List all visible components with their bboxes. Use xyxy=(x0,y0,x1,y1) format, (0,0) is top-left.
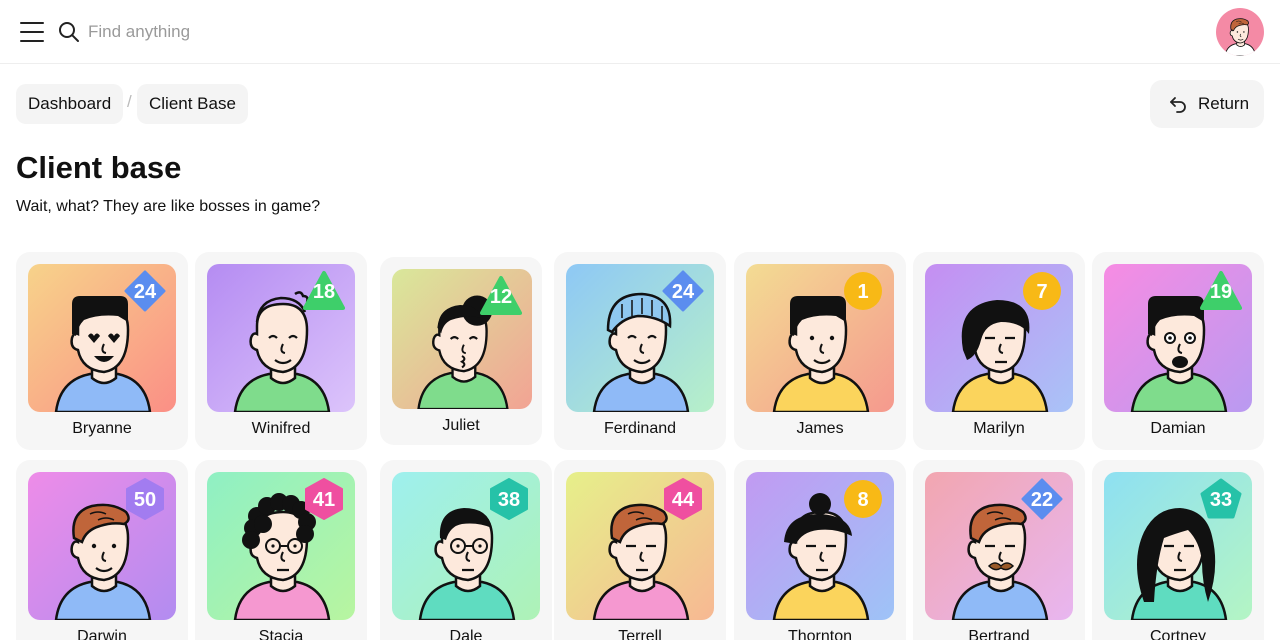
client-level: 24 xyxy=(133,281,157,303)
client-name: Juliet xyxy=(442,417,480,434)
client-card-bryanne[interactable]: 24 Bryanne xyxy=(16,252,188,450)
search-input[interactable] xyxy=(88,18,488,46)
client-card-terrell[interactable]: 44 Terrell xyxy=(554,460,726,640)
menu-icon[interactable] xyxy=(20,21,44,43)
client-level: 33 xyxy=(1209,489,1233,511)
hexagon-level-badge-icon: 38 xyxy=(488,478,530,520)
client-card-marilyn[interactable]: 7 Marilyn xyxy=(913,252,1085,450)
client-name: Damian xyxy=(1150,420,1206,437)
client-name: Bertrand xyxy=(968,628,1030,640)
client-card-stacia[interactable]: 41 Stacia xyxy=(195,460,367,640)
return-label: Return xyxy=(1198,94,1250,113)
breadcrumb-separator: / xyxy=(127,92,132,111)
client-name: Ferdinand xyxy=(603,420,677,437)
hexagon-level-badge-icon: 41 xyxy=(303,478,345,520)
client-level: 22 xyxy=(1030,489,1054,511)
client-level: 7 xyxy=(1036,281,1048,303)
client-name: Darwin xyxy=(77,628,127,640)
circle-level-badge-icon: 7 xyxy=(1021,270,1063,312)
triangle-level-badge-icon: 12 xyxy=(480,275,522,317)
client-level: 12 xyxy=(489,286,513,308)
breadcrumb-item-dashboard[interactable]: Dashboard xyxy=(16,84,124,124)
pentagon-level-badge-icon: 33 xyxy=(1200,478,1242,520)
client-card-darwin[interactable]: 50 Darwin xyxy=(16,460,188,640)
client-card-cortney[interactable]: 33 Cortney xyxy=(1092,460,1264,640)
triangle-level-badge-icon: 18 xyxy=(303,270,345,312)
breadcrumb-item-client-base[interactable]: Client Base xyxy=(137,84,248,124)
circle-level-badge-icon: 1 xyxy=(842,270,884,312)
diamond-level-badge-icon: 24 xyxy=(662,270,704,312)
hexagon-level-badge-icon: 44 xyxy=(662,478,704,520)
client-card-winifred[interactable]: 18 Winifred xyxy=(195,252,367,450)
client-level: 19 xyxy=(1209,281,1233,303)
client-level: 38 xyxy=(497,489,521,511)
page-title: Client base xyxy=(16,150,182,185)
client-name: Terrell xyxy=(618,628,662,640)
hexagon-level-badge-icon: 50 xyxy=(124,478,166,520)
return-icon xyxy=(1170,97,1186,113)
top-bar xyxy=(0,0,1280,64)
client-level: 41 xyxy=(312,489,336,511)
client-card-james[interactable]: 1 James xyxy=(734,252,906,450)
client-name: Bryanne xyxy=(72,420,132,437)
client-name: Winifred xyxy=(251,420,311,437)
client-name: Marilyn xyxy=(973,420,1025,437)
search-icon[interactable] xyxy=(57,20,81,44)
client-name: Cortney xyxy=(1149,628,1207,640)
client-card-damian[interactable]: 19 Damian xyxy=(1092,252,1264,450)
triangle-level-badge-icon: 19 xyxy=(1200,270,1242,312)
diamond-level-badge-icon: 22 xyxy=(1021,478,1063,520)
client-level: 44 xyxy=(671,489,695,511)
client-card-bertrand[interactable]: 22 Bertrand xyxy=(913,460,1085,640)
user-avatar[interactable] xyxy=(1216,8,1264,56)
client-level: 18 xyxy=(312,281,336,303)
diamond-level-badge-icon: 24 xyxy=(124,270,166,312)
client-name: Stacia xyxy=(258,628,304,640)
client-card-dale[interactable]: 38 Dale xyxy=(380,460,552,640)
page-subtitle: Wait, what? They are like bosses in game… xyxy=(16,198,321,215)
client-name: Dale xyxy=(449,628,483,640)
client-level: 50 xyxy=(133,489,157,511)
client-card-juliet[interactable]: 12 Juliet xyxy=(380,257,542,445)
client-level: 1 xyxy=(857,281,869,303)
client-name: James xyxy=(796,420,844,437)
client-level: 8 xyxy=(857,489,869,511)
client-card-thornton[interactable]: 8 Thornton xyxy=(734,460,906,640)
circle-level-badge-icon: 8 xyxy=(842,478,884,520)
client-card-ferdinand[interactable]: 24 Ferdinand xyxy=(554,252,726,450)
client-name: Thornton xyxy=(787,628,853,640)
return-button[interactable]: Return xyxy=(1150,80,1264,128)
client-level: 24 xyxy=(671,281,695,303)
